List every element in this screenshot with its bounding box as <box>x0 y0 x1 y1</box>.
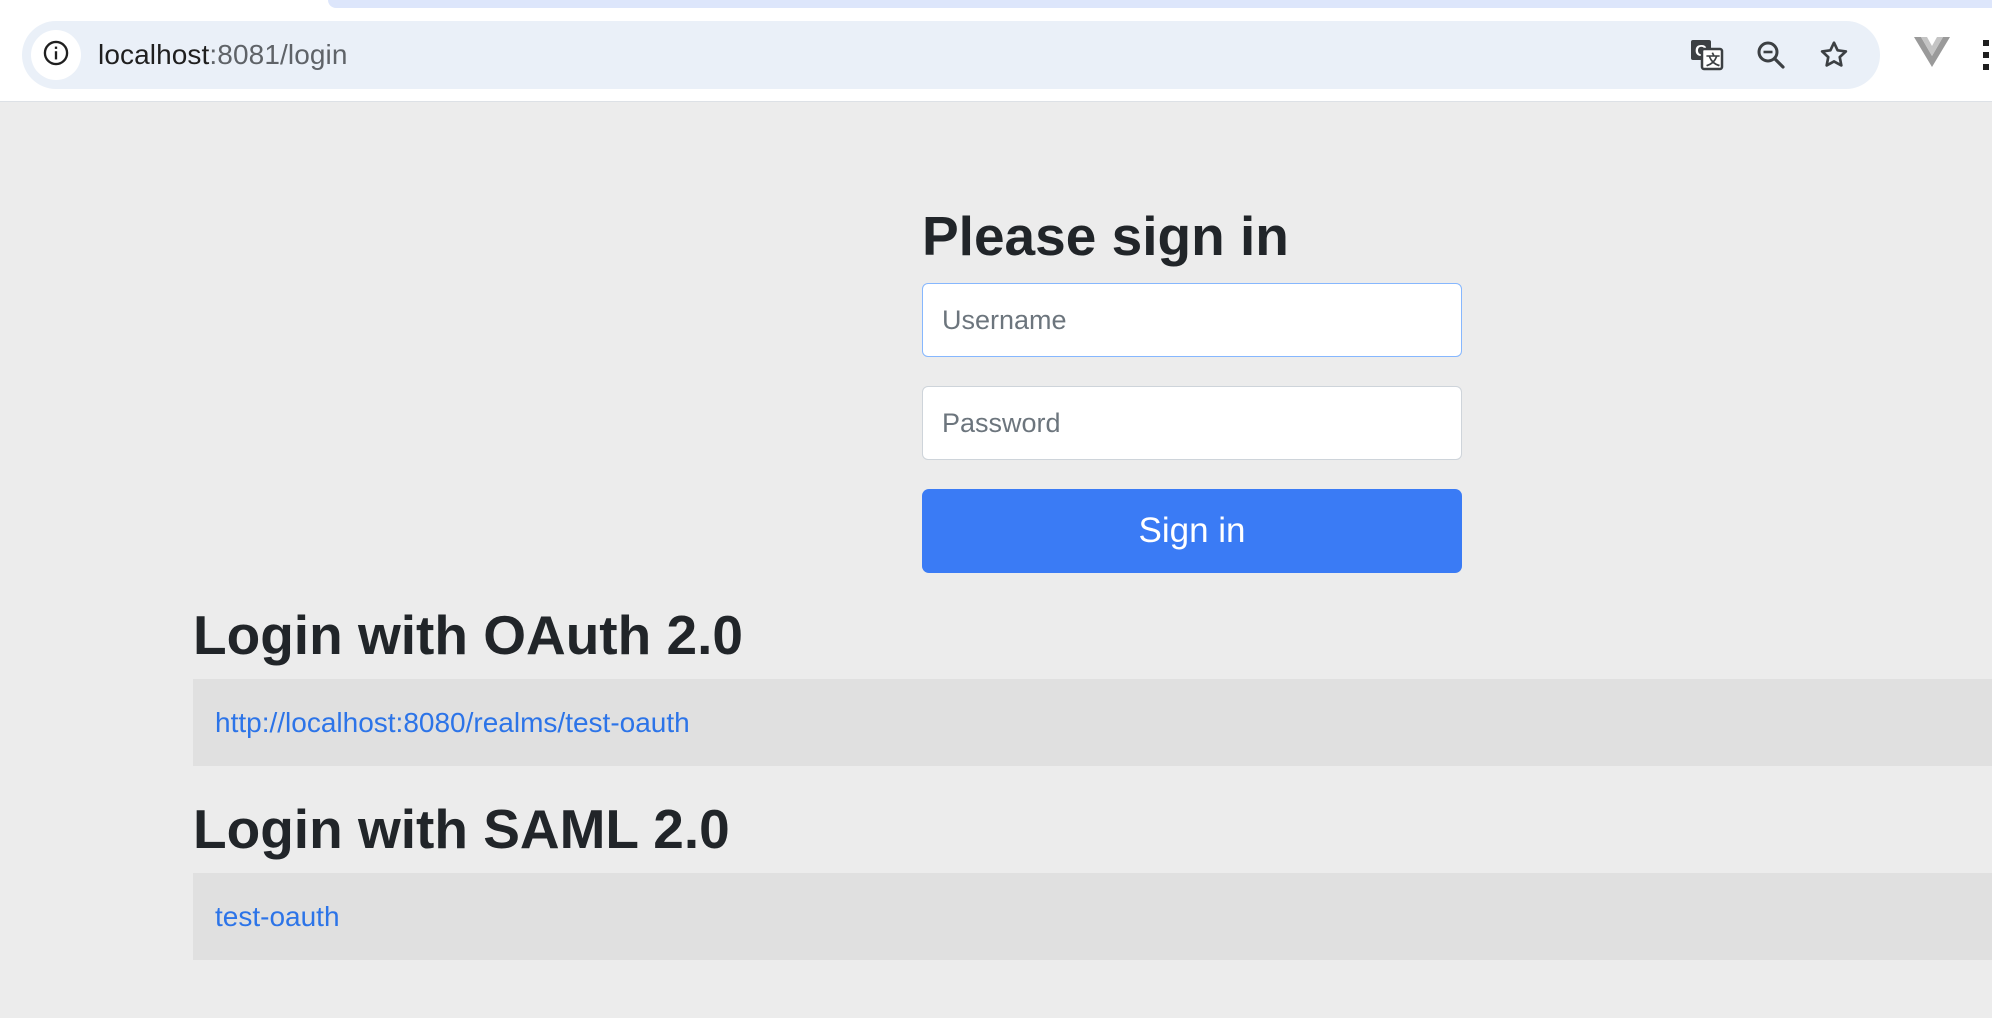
oauth-heading: Login with OAuth 2.0 <box>193 604 743 666</box>
password-input[interactable] <box>922 386 1462 460</box>
signin-form: Please sign in Sign in <box>922 202 1462 573</box>
url-path: :8081/login <box>209 39 348 70</box>
signin-heading: Please sign in <box>922 205 1289 267</box>
oauth-section: Login with OAuth 2.0 http://localhost:80… <box>193 601 1992 766</box>
url-text[interactable]: localhost:8081/login <box>98 21 348 89</box>
site-info-button[interactable] <box>31 30 81 80</box>
browser-toolbar: localhost:8081/login G 文 <box>0 0 1992 102</box>
star-icon[interactable] <box>1813 34 1855 76</box>
info-icon <box>42 39 70 71</box>
vue-devtools-icon[interactable] <box>1914 37 1950 67</box>
saml-heading: Login with SAML 2.0 <box>193 798 730 860</box>
tab-strip <box>328 0 1992 8</box>
login-page: Please sign in Sign in Login with OAuth … <box>0 102 1992 1018</box>
saml-section: Login with SAML 2.0 test-oauth <box>193 795 1992 960</box>
signin-button[interactable]: Sign in <box>922 489 1462 573</box>
kebab-menu-icon[interactable] <box>1980 38 1992 72</box>
oauth-provider-link[interactable]: http://localhost:8080/realms/test-oauth <box>215 707 690 739</box>
url-host: localhost <box>98 39 210 70</box>
address-bar[interactable]: localhost:8081/login G 文 <box>22 21 1880 89</box>
username-input[interactable] <box>922 283 1462 357</box>
saml-provider-link[interactable]: test-oauth <box>215 901 340 933</box>
zoom-out-icon[interactable] <box>1750 34 1792 76</box>
saml-provider-row: test-oauth <box>193 873 1992 960</box>
translate-icon[interactable]: G 文 <box>1686 34 1728 76</box>
svg-text:文: 文 <box>1706 52 1721 68</box>
oauth-provider-row: http://localhost:8080/realms/test-oauth <box>193 679 1992 766</box>
